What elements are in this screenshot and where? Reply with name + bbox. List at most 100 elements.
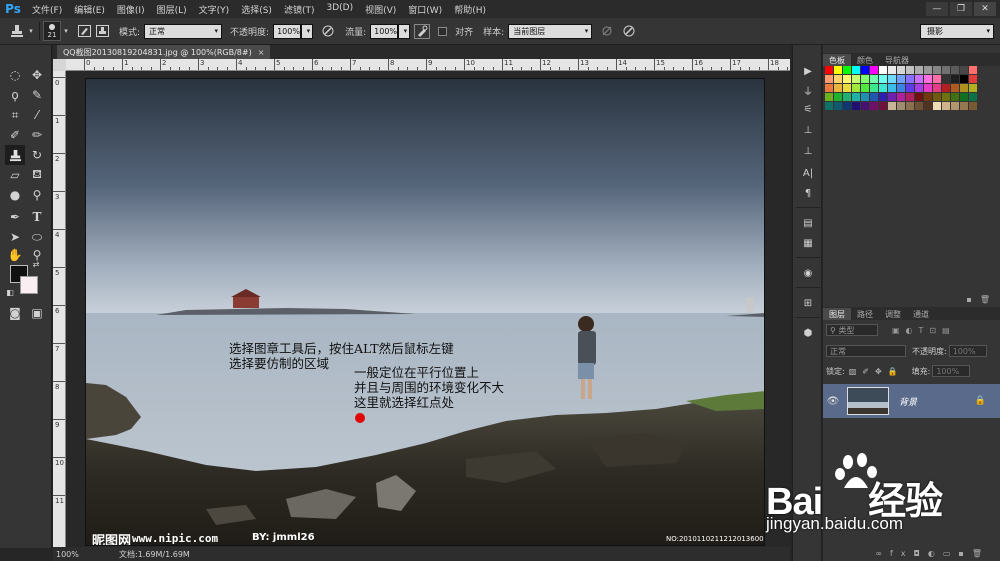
pen-tool-icon[interactable]: ✒	[5, 207, 25, 227]
type-tool-icon[interactable]: T	[27, 207, 47, 227]
panel-tab[interactable]: 颜色	[851, 54, 879, 66]
color-swatch[interactable]	[951, 93, 959, 101]
color-swatch[interactable]	[960, 75, 968, 83]
pressure-size-icon[interactable]	[620, 22, 638, 40]
color-swatch[interactable]	[933, 66, 941, 74]
color-swatch[interactable]	[852, 84, 860, 92]
minimize-button[interactable]: —	[926, 2, 948, 16]
color-swatch[interactable]	[969, 66, 977, 74]
color-swatch[interactable]	[951, 75, 959, 83]
clone-stamp-tool-icon[interactable]	[5, 145, 25, 165]
layer-filter-select[interactable]: ⚲ 类型	[826, 324, 878, 336]
color-swatch[interactable]	[843, 66, 851, 74]
menu-item[interactable]: 文字(Y)	[193, 3, 236, 16]
color-swatch[interactable]	[915, 93, 923, 101]
color-swatch[interactable]	[942, 66, 950, 74]
panel-tab[interactable]: 图层	[823, 308, 851, 320]
color-swatch[interactable]	[861, 93, 869, 101]
color-swatch[interactable]	[861, 75, 869, 83]
eraser-tool-icon[interactable]: ▱	[5, 165, 25, 185]
color-swatch[interactable]	[915, 66, 923, 74]
brush-size-picker[interactable]: 21	[43, 21, 61, 41]
restore-button[interactable]: ❐	[950, 2, 972, 16]
color-swatch[interactable]	[888, 84, 896, 92]
color-swatch[interactable]	[951, 84, 959, 92]
brush-tool-icon[interactable]: ✏	[27, 125, 47, 145]
tool-presets-icon[interactable]: ⊥	[799, 122, 817, 138]
lock-icons[interactable]: ▨✐✥🔒	[849, 367, 904, 376]
ignore-adjustment-layers-icon[interactable]	[598, 22, 616, 40]
workspace-select[interactable]: 摄影 ▾	[920, 24, 994, 39]
color-swatch[interactable]	[843, 102, 851, 110]
flow-slider-toggle[interactable]: ▾	[398, 23, 411, 39]
mode-select[interactable]: 正常 ▾	[144, 23, 223, 39]
toggle-clone-source-panel-icon[interactable]	[93, 22, 111, 40]
quick-selection-tool-icon[interactable]: ✎	[27, 85, 47, 105]
color-swatch[interactable]	[915, 102, 923, 110]
color-swatch[interactable]	[861, 84, 869, 92]
close-button[interactable]: ✕	[974, 2, 996, 16]
menu-item[interactable]: 图层(L)	[151, 3, 193, 16]
color-swatch[interactable]	[879, 93, 887, 101]
history-brush-tool-icon[interactable]: ↻	[27, 145, 47, 165]
color-swatch[interactable]	[897, 93, 905, 101]
color-swatch[interactable]	[906, 102, 914, 110]
color-swatch[interactable]	[951, 66, 959, 74]
color-swatch[interactable]	[942, 75, 950, 83]
color-swatch[interactable]	[933, 93, 941, 101]
color-swatch[interactable]	[834, 84, 842, 92]
layer-opacity-input[interactable]: 100%	[948, 345, 987, 357]
eyedropper-tool-icon[interactable]: ⁄	[27, 105, 47, 125]
color-swatch[interactable]	[906, 93, 914, 101]
panel-tab[interactable]: 路径	[851, 308, 879, 320]
color-swatch[interactable]	[960, 84, 968, 92]
menu-item[interactable]: 文件(F)	[26, 3, 68, 16]
history-icon[interactable]: ⏚	[799, 82, 817, 98]
play-actions-icon[interactable]: ▶	[799, 63, 817, 79]
color-swatch[interactable]	[825, 93, 833, 101]
color-swatch[interactable]	[834, 102, 842, 110]
color-swatch[interactable]	[915, 84, 923, 92]
toggle-brush-panel-icon[interactable]	[75, 22, 93, 40]
color-swatch[interactable]	[870, 84, 878, 92]
opacity-input[interactable]: 100%	[273, 23, 302, 39]
color-swatch[interactable]	[906, 84, 914, 92]
color-swatch[interactable]	[879, 84, 887, 92]
color-swatch[interactable]	[960, 66, 968, 74]
color-swatch[interactable]	[852, 93, 860, 101]
quick-mask-icon[interactable]: ◙	[5, 303, 25, 323]
preset-chevron-down-icon[interactable]: ▾	[26, 22, 36, 40]
color-swatch[interactable]	[942, 84, 950, 92]
clone-stamp-tool-preset-icon[interactable]	[8, 22, 26, 40]
color-swatch[interactable]	[969, 84, 977, 92]
menu-item[interactable]: 滤镜(T)	[278, 3, 321, 16]
color-swatch[interactable]	[825, 75, 833, 83]
color-swatch[interactable]	[951, 102, 959, 110]
menu-item[interactable]: 图像(I)	[111, 3, 151, 16]
color-swatch[interactable]	[852, 75, 860, 83]
color-swatch[interactable]	[834, 75, 842, 83]
color-swatch[interactable]	[915, 75, 923, 83]
color-swatch[interactable]	[870, 102, 878, 110]
color-swatch[interactable]	[906, 75, 914, 83]
clone-source-icon[interactable]: ⊥	[799, 143, 817, 159]
color-swatch[interactable]	[888, 93, 896, 101]
color-swatch[interactable]	[870, 93, 878, 101]
spot-healing-tool-icon[interactable]: ✐	[5, 125, 25, 145]
layer-filter-icons[interactable]: ▣◐T⊡▤	[892, 326, 956, 335]
pressure-opacity-icon[interactable]	[319, 22, 337, 40]
aligned-checkbox[interactable]	[438, 26, 448, 36]
color-swatch[interactable]	[834, 66, 842, 74]
color-swatch[interactable]	[942, 102, 950, 110]
color-swatch[interactable]	[843, 93, 851, 101]
color-swatch[interactable]	[924, 75, 932, 83]
layer-background[interactable]: 👁 背景 🔒	[823, 384, 1000, 418]
document-tab[interactable]: QQ截图20130819204831.jpg @ 100%(RGB/8#) ×	[57, 45, 271, 59]
color-swatch[interactable]	[834, 93, 842, 101]
crop-tool-icon[interactable]: ⌗	[5, 105, 25, 125]
color-swatch[interactable]	[933, 75, 941, 83]
document-image[interactable]: 选择图章工具后，按住ALT然后鼠标左键 选择要仿制的区域 一般定位在平行位置上 …	[85, 78, 765, 546]
document-tab-close-icon[interactable]: ×	[258, 48, 265, 57]
menu-item[interactable]: 3D(D)	[320, 3, 359, 16]
character-icon[interactable]: A|	[799, 165, 817, 181]
